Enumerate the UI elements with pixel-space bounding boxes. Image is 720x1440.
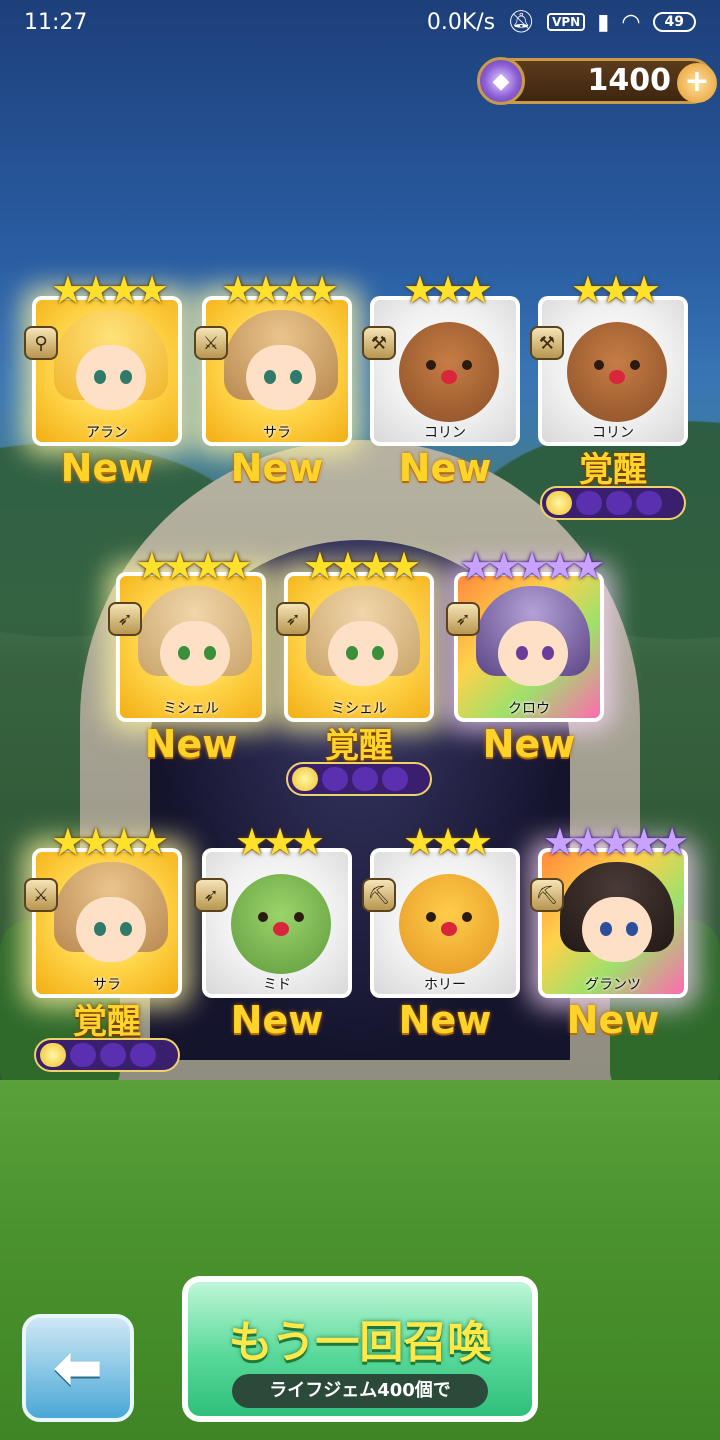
axe-icon: ⚒ xyxy=(530,326,564,360)
status-time: 11:27 xyxy=(24,9,88,35)
character-card[interactable]: ★★★★ ➶ ミシェル 覚醒 xyxy=(276,546,434,796)
character-portrait xyxy=(542,852,684,994)
rarity-stars: ★★★ xyxy=(402,268,493,312)
pickaxe-icon: ⛏ xyxy=(362,878,396,912)
gem-count: 1400 xyxy=(587,63,672,98)
bow-icon: ➶ xyxy=(276,602,310,636)
character-portrait xyxy=(206,852,348,994)
character-card[interactable]: ★★★★★ ⛏ グランツ New xyxy=(530,822,689,1042)
summon-again-inner: もう一回召喚 ライフジェム400個で xyxy=(188,1282,532,1416)
rarity-stars: ★★★ xyxy=(234,820,325,864)
awakening-progress xyxy=(286,762,432,796)
awakening-badge: 覚醒 xyxy=(579,450,647,490)
summon-again-button[interactable]: もう一回召喚 ライフジェム400個で xyxy=(182,1276,538,1422)
character-portrait xyxy=(542,300,684,442)
new-badge: New xyxy=(230,998,324,1042)
character-name: ホリー xyxy=(424,977,466,993)
character-name: ミド xyxy=(263,977,291,993)
character-portrait xyxy=(458,576,600,718)
character-name: サラ xyxy=(263,425,291,441)
rarity-stars: ★★★★ xyxy=(50,268,169,312)
character-name: ミシェル xyxy=(331,701,387,717)
signal-icon: ▮ xyxy=(597,9,610,35)
network-speed: 0.0K/s xyxy=(426,9,496,35)
new-badge: New xyxy=(398,998,492,1042)
pickaxe-icon: ⛏ xyxy=(530,878,564,912)
rarity-stars: ★★★★★ xyxy=(542,820,689,864)
rarity-stars: ★★★ xyxy=(402,820,493,864)
sword-icon: ⚔ xyxy=(24,878,58,912)
awakening-badge: 覚醒 xyxy=(73,1002,141,1042)
bow-icon: ➶ xyxy=(446,602,480,636)
status-bar: 11:27 0.0K/s 🔕︎ VPN ▮ ◠ 49 xyxy=(0,0,720,44)
character-portrait xyxy=(36,852,178,994)
character-portrait xyxy=(206,300,348,442)
rarity-stars: ★★★★ xyxy=(220,268,339,312)
character-name: ミシェル xyxy=(163,701,219,717)
character-card[interactable]: ★★★ ➶ ミド New xyxy=(194,822,352,1042)
new-badge: New xyxy=(60,446,154,490)
character-card[interactable]: ★★★ ⚒ コリン New xyxy=(362,270,520,490)
sword-icon: ⚔ xyxy=(194,326,228,360)
character-card[interactable]: ★★★★ ⚔ サラ New xyxy=(194,270,352,490)
gem-icon: ◆ xyxy=(477,57,525,105)
gem-currency-display: ◆ 1400 + xyxy=(477,57,717,105)
character-name: アラン xyxy=(86,425,128,441)
rarity-stars: ★★★★ xyxy=(302,544,421,588)
rarity-stars: ★★★ xyxy=(570,268,661,312)
ladle-icon: ⚲ xyxy=(24,326,58,360)
new-badge: New xyxy=(230,446,324,490)
rarity-stars: ★★★★ xyxy=(134,544,253,588)
rarity-stars: ★★★★★ xyxy=(458,544,605,588)
summon-cost-label: ライフジェム400個で xyxy=(232,1374,488,1408)
vpn-badge: VPN xyxy=(547,13,586,31)
add-gems-button[interactable]: + xyxy=(677,63,717,103)
bow-icon: ➶ xyxy=(108,602,142,636)
character-card[interactable]: ★★★★ ⚔ サラ 覚醒 xyxy=(24,822,182,1072)
character-name: クロウ xyxy=(508,701,550,717)
awakening-progress xyxy=(540,486,686,520)
character-card[interactable]: ★★★★ ⚲ アラン New xyxy=(24,270,182,490)
character-card[interactable]: ★★★ ⚒ コリン 覚醒 xyxy=(530,270,688,520)
new-badge: New xyxy=(144,722,238,766)
back-button[interactable]: ⬅ xyxy=(22,1314,134,1422)
new-badge: New xyxy=(398,446,492,490)
axe-icon: ⚒ xyxy=(362,326,396,360)
character-portrait xyxy=(36,300,178,442)
character-portrait xyxy=(288,576,430,718)
rarity-stars: ★★★★ xyxy=(50,820,169,864)
character-name: コリン xyxy=(592,425,634,441)
awakening-progress xyxy=(34,1038,180,1072)
character-name: グランツ xyxy=(585,977,641,993)
summon-again-label: もう一回召喚 xyxy=(228,1317,492,1368)
character-portrait xyxy=(374,852,516,994)
character-name: コリン xyxy=(424,425,466,441)
bow-icon: ➶ xyxy=(194,878,228,912)
back-arrow-icon: ⬅ xyxy=(52,1333,104,1403)
character-portrait xyxy=(374,300,516,442)
awakening-badge: 覚醒 xyxy=(325,726,393,766)
character-card[interactable]: ★★★★★ ➶ クロウ New xyxy=(446,546,605,766)
character-portrait xyxy=(120,576,262,718)
character-name: サラ xyxy=(93,977,121,993)
new-badge: New xyxy=(482,722,576,766)
mute-icon: 🔕︎ xyxy=(507,9,536,35)
wifi-icon: ◠ xyxy=(621,9,641,35)
new-badge: New xyxy=(566,998,660,1042)
character-card[interactable]: ★★★★ ➶ ミシェル New xyxy=(108,546,266,766)
battery-indicator: 49 xyxy=(652,12,696,32)
character-card[interactable]: ★★★ ⛏ ホリー New xyxy=(362,822,520,1042)
